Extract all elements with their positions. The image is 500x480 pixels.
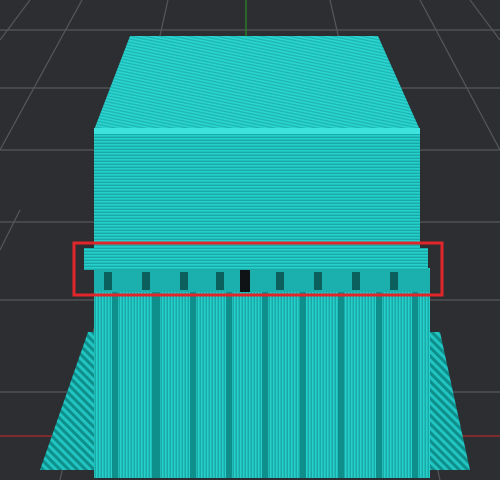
viewport-canvas[interactable] xyxy=(0,0,500,480)
model-bridge-layer xyxy=(84,248,428,270)
3d-viewport[interactable] xyxy=(0,0,500,480)
model-pillars xyxy=(94,268,430,478)
model-block-side xyxy=(94,132,420,250)
model-block-top-edge xyxy=(94,128,420,134)
model-block-top xyxy=(94,36,420,130)
pillar-top-slots xyxy=(94,270,430,292)
